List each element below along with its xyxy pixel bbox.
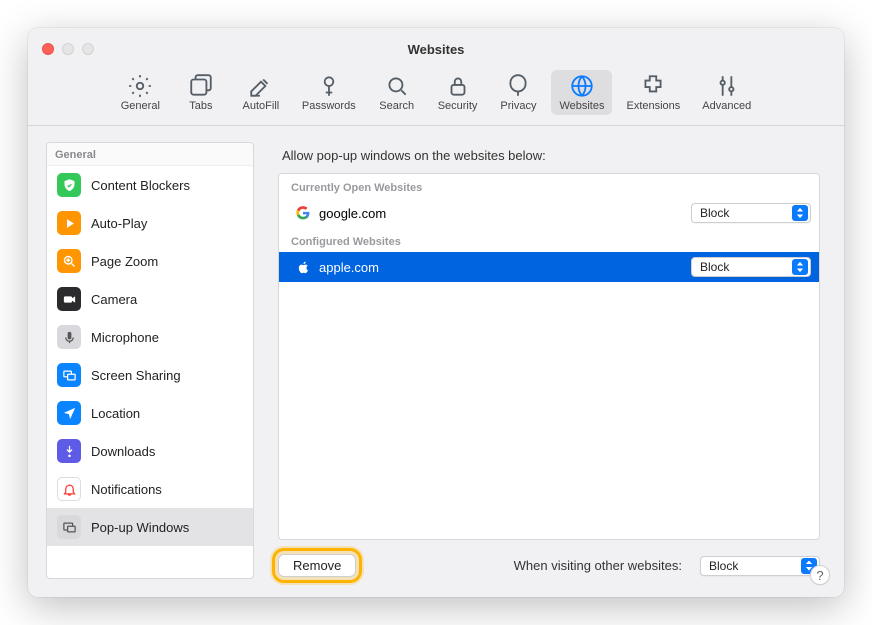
sidebar-item-label: Camera <box>91 292 137 307</box>
remove-button[interactable]: Remove <box>278 554 356 577</box>
other-websites-value: Block <box>709 559 738 573</box>
site-name: apple.com <box>319 260 691 275</box>
favicon-icon <box>295 259 311 275</box>
sidebar-item-label: Microphone <box>91 330 159 345</box>
configured-websites-header: Configured Websites <box>279 228 819 252</box>
tab-autofill[interactable]: AutoFill <box>234 70 288 115</box>
chevrons-icon <box>792 259 808 275</box>
passwords-icon <box>316 73 342 99</box>
zoom-icon <box>57 249 81 273</box>
tab-label: Tabs <box>189 100 212 112</box>
security-icon <box>445 73 471 99</box>
tab-label: Extensions <box>626 100 680 112</box>
policy-value: Block <box>700 206 729 220</box>
websites-list: Currently Open Websites google.com Block… <box>278 173 820 540</box>
tab-label: General <box>121 100 160 112</box>
sidebar-item-label: Screen Sharing <box>91 368 181 383</box>
panel-heading: Allow pop-up windows on the websites bel… <box>282 148 820 163</box>
tab-advanced[interactable]: Advanced <box>694 70 759 115</box>
sidebar-item-label: Downloads <box>91 444 155 459</box>
screens-icon <box>57 363 81 387</box>
shield-icon <box>57 173 81 197</box>
tab-label: AutoFill <box>243 100 280 112</box>
websites-icon <box>569 73 595 99</box>
tab-search[interactable]: Search <box>370 70 424 115</box>
preferences-window: Websites General Tabs AutoFill Passwords… <box>28 28 844 597</box>
search-icon <box>384 73 410 99</box>
help-button[interactable]: ? <box>810 565 830 585</box>
site-row[interactable]: google.com Block <box>279 198 819 228</box>
sidebar-item-label: Content Blockers <box>91 178 190 193</box>
sidebar-item-microphone[interactable]: Microphone <box>47 318 253 356</box>
sidebar-item-popup-windows[interactable]: Pop-up Windows <box>47 508 253 546</box>
privacy-icon <box>505 73 531 99</box>
content-area: General Content Blockers Auto-Play Page … <box>28 126 844 597</box>
site-name: google.com <box>319 206 691 221</box>
bell-icon <box>57 477 81 501</box>
tab-label: Websites <box>559 100 604 112</box>
title-bar: Websites <box>28 28 844 70</box>
download-icon <box>57 439 81 463</box>
tab-general[interactable]: General <box>113 70 168 115</box>
footer-row: Remove When visiting other websites: Blo… <box>278 554 820 577</box>
play-icon <box>57 211 81 235</box>
extensions-icon <box>640 73 666 99</box>
other-websites-label: When visiting other websites: <box>514 558 682 573</box>
tab-label: Passwords <box>302 100 356 112</box>
location-icon <box>57 401 81 425</box>
sidebar-item-label: Pop-up Windows <box>91 520 189 535</box>
popup-icon <box>57 515 81 539</box>
tab-label: Security <box>438 100 478 112</box>
sidebar-item-label: Notifications <box>91 482 162 497</box>
sidebar-item-content-blockers[interactable]: Content Blockers <box>47 166 253 204</box>
tab-label: Search <box>379 100 414 112</box>
tab-label: Advanced <box>702 100 751 112</box>
tab-security[interactable]: Security <box>430 70 486 115</box>
chevrons-icon <box>792 205 808 221</box>
sidebar-item-notifications[interactable]: Notifications <box>47 470 253 508</box>
favicon-icon <box>295 205 311 221</box>
tab-tabs[interactable]: Tabs <box>174 70 228 115</box>
sidebar-item-camera[interactable]: Camera <box>47 280 253 318</box>
sidebar-item-screen-sharing[interactable]: Screen Sharing <box>47 356 253 394</box>
tab-passwords[interactable]: Passwords <box>294 70 364 115</box>
advanced-icon <box>714 73 740 99</box>
tab-extensions[interactable]: Extensions <box>618 70 688 115</box>
sidebar-item-downloads[interactable]: Downloads <box>47 432 253 470</box>
general-icon <box>127 73 153 99</box>
sidebar-item-page-zoom[interactable]: Page Zoom <box>47 242 253 280</box>
policy-value: Block <box>700 260 729 274</box>
tab-privacy[interactable]: Privacy <box>491 70 545 115</box>
sidebar-item-label: Page Zoom <box>91 254 158 269</box>
sidebar-list: Content Blockers Auto-Play Page Zoom Cam… <box>47 166 253 578</box>
sidebar-section-header: General <box>47 143 253 166</box>
other-websites-select[interactable]: Block <box>700 556 820 576</box>
main-panel: Allow pop-up windows on the websites bel… <box>272 142 826 579</box>
autofill-icon <box>248 73 274 99</box>
preferences-toolbar: General Tabs AutoFill Passwords Search S… <box>28 70 844 126</box>
sidebar-item-label: Location <box>91 406 140 421</box>
open-websites-header: Currently Open Websites <box>279 174 819 198</box>
window-title: Websites <box>28 42 844 57</box>
sidebar-item-location[interactable]: Location <box>47 394 253 432</box>
camera-icon <box>57 287 81 311</box>
tabs-icon <box>188 73 214 99</box>
policy-select[interactable]: Block <box>691 257 811 277</box>
tab-label: Privacy <box>500 100 536 112</box>
websites-sidebar: General Content Blockers Auto-Play Page … <box>46 142 254 579</box>
mic-icon <box>57 325 81 349</box>
tab-websites[interactable]: Websites <box>551 70 612 115</box>
policy-select[interactable]: Block <box>691 203 811 223</box>
site-row[interactable]: apple.com Block <box>279 252 819 282</box>
sidebar-item-label: Auto-Play <box>91 216 147 231</box>
sidebar-item-auto-play[interactable]: Auto-Play <box>47 204 253 242</box>
